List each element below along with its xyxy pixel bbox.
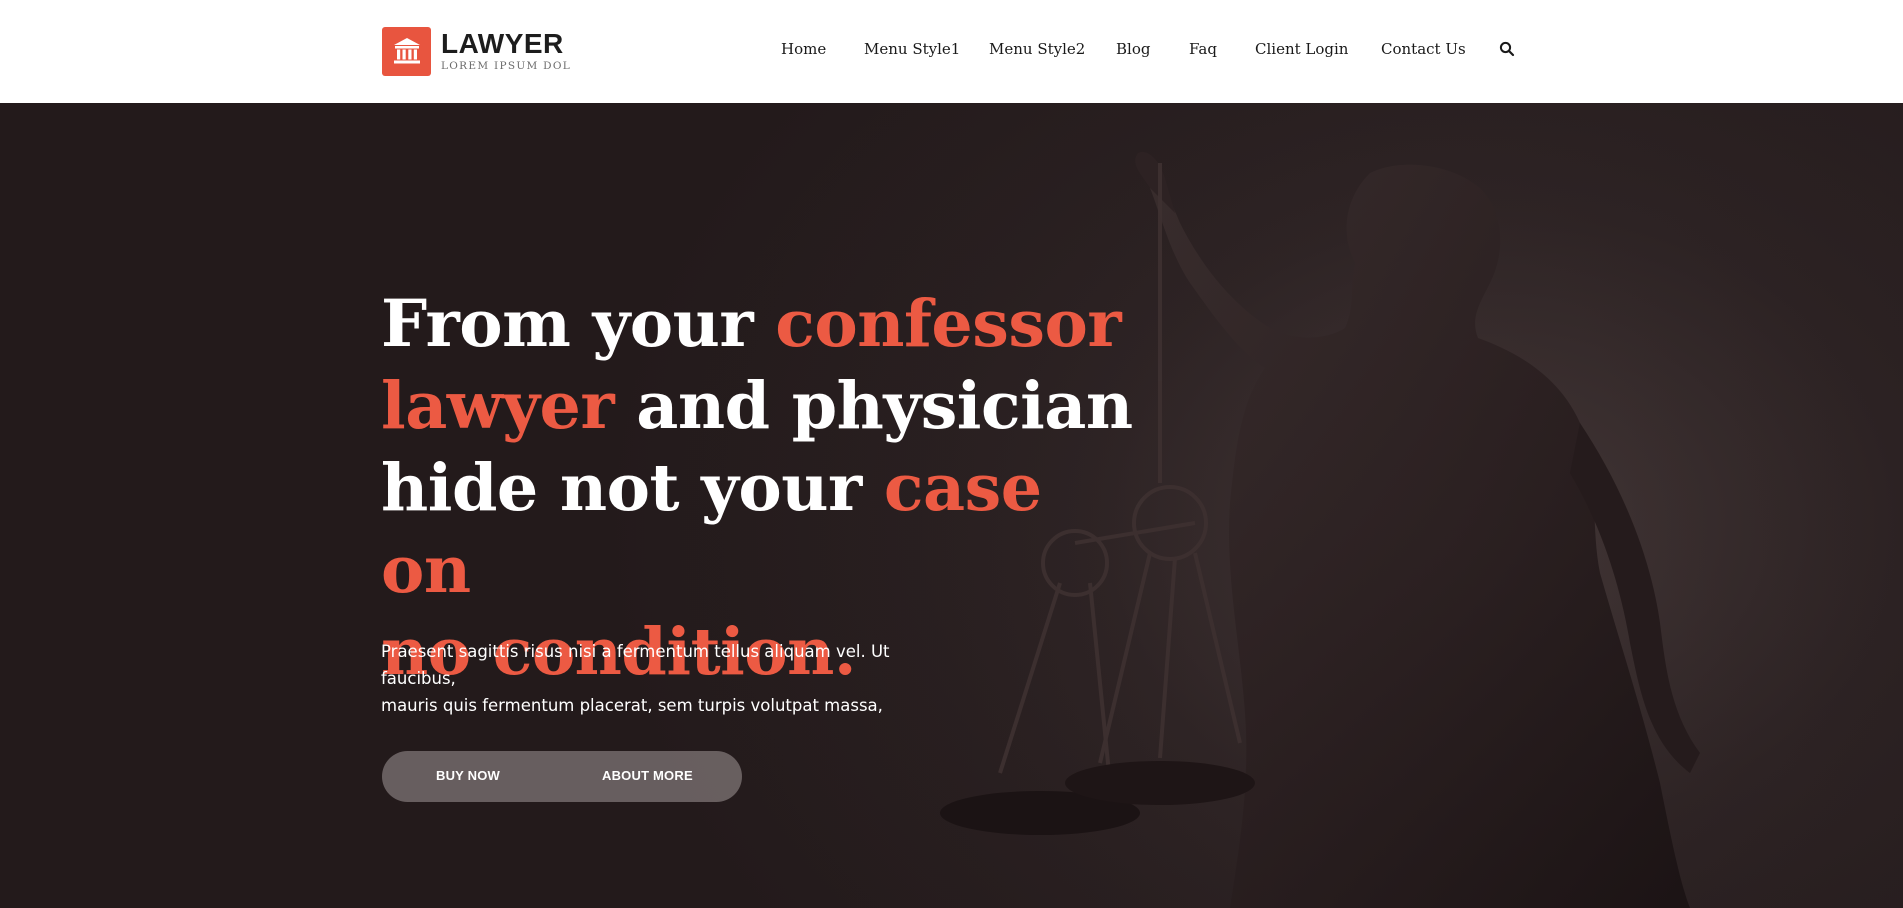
hero-section: From your confessor lawyer and physician h… [0,103,1903,908]
search-icon[interactable] [1498,40,1516,58]
headline-accent-2: lawyer [381,368,615,444]
hero-paragraph-line-2: mauris quis fermentum placerat, sem turp… [381,696,883,715]
headline-text-2: and physician [614,368,1133,444]
nav-item-client-login[interactable]: Client Login [1255,38,1348,60]
hero-paragraph-line-1: Praesent sagittis risus nisi a fermentum… [381,642,890,688]
nav-item-menu-style2[interactable]: Menu Style2 [989,38,1085,60]
hero-paragraph: Praesent sagittis risus nisi a fermentum… [381,638,961,719]
hero-headline: From your confessor lawyer and physician h… [381,283,1141,693]
nav-item-home[interactable]: Home [781,38,826,60]
nav-item-contact-us[interactable]: Contact Us [1381,38,1466,60]
headline-text-3: hide not your [381,450,884,526]
nav-item-blog[interactable]: Blog [1116,38,1150,60]
about-more-button[interactable]: ABOUT MORE [602,768,693,783]
nav-item-faq[interactable]: Faq [1189,38,1217,60]
nav-item-menu-style1[interactable]: Menu Style1 [864,38,960,60]
main-nav: Home Menu Style1 Menu Style2 Blog Faq Cl… [0,38,1903,62]
headline-text-1: From your [381,286,776,362]
headline-accent-1: confessor [775,286,1122,362]
buy-now-button[interactable]: BUY NOW [436,768,500,783]
hero-button-group: BUY NOW ABOUT MORE [382,751,742,802]
site-header: LAWYER LOREM IPSUM DOL Home Menu Style1 … [0,0,1903,103]
